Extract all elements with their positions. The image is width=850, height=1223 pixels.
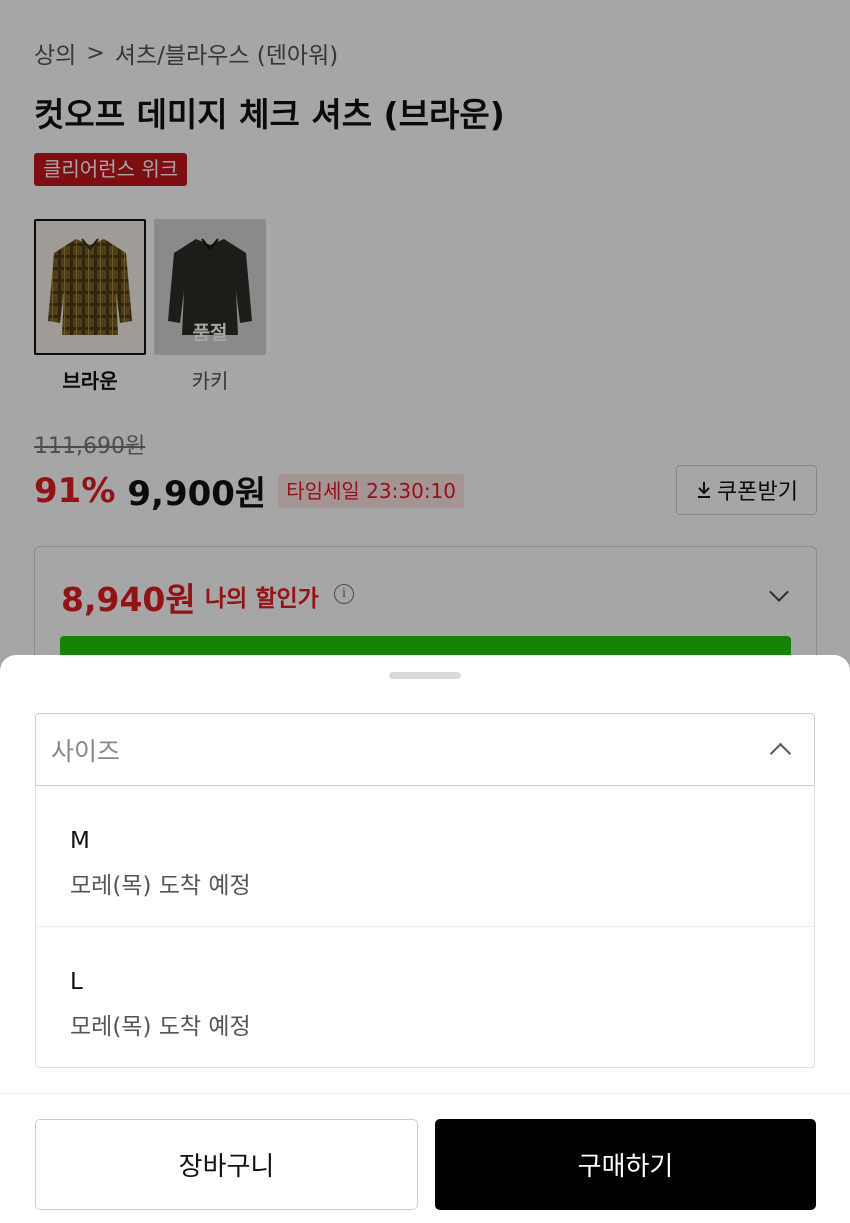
sheet-divider: [0, 1093, 850, 1094]
size-option-l[interactable]: L 모레(목) 도착 예정: [36, 926, 814, 1067]
sheet-drag-handle[interactable]: [389, 672, 461, 679]
size-option-delivery: 모레(목) 도착 예정: [70, 873, 251, 899]
chevron-up-icon: [769, 742, 792, 765]
buy-now-button[interactable]: 구매하기: [435, 1119, 816, 1210]
size-option-delivery: 모레(목) 도착 예정: [70, 1014, 251, 1040]
buy-now-label: 구매하기: [577, 1152, 674, 1182]
size-option-list: M 모레(목) 도착 예정 L 모레(목) 도착 예정: [35, 786, 815, 1068]
size-dropdown[interactable]: 사이즈: [35, 713, 815, 786]
size-dropdown-placeholder: 사이즈: [51, 736, 121, 766]
size-option-m[interactable]: M 모레(목) 도착 예정: [36, 786, 814, 926]
option-bottom-sheet: 사이즈 M 모레(목) 도착 예정 L 모레(목) 도착 예정 장바구니 구매하…: [0, 655, 850, 1223]
size-option-name: M: [70, 828, 90, 854]
size-option-name: L: [70, 969, 83, 995]
add-to-cart-button[interactable]: 장바구니: [35, 1119, 418, 1210]
add-to-cart-label: 장바구니: [178, 1152, 275, 1182]
